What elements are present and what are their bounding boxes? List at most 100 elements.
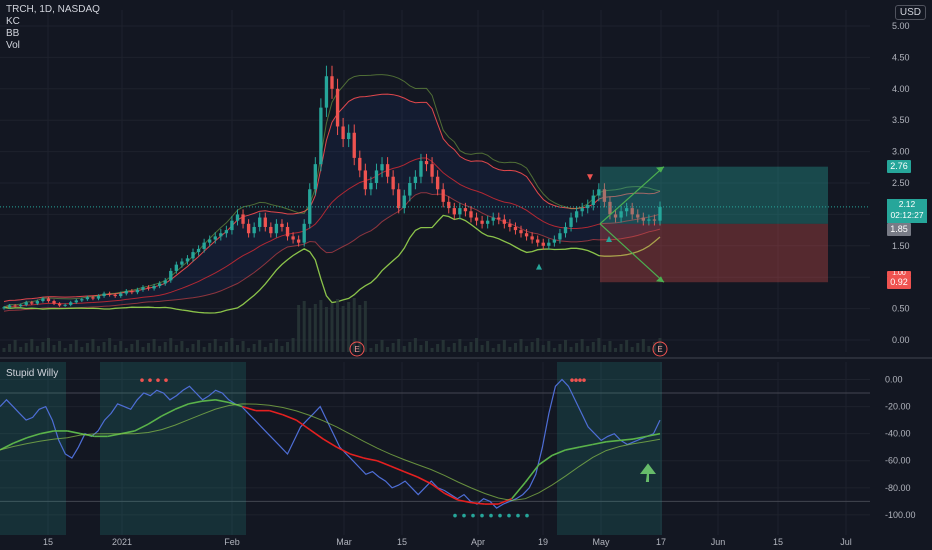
volume-bar xyxy=(63,348,67,352)
volume-bar xyxy=(614,348,618,352)
osc-y-tick-label: -40.00 xyxy=(885,429,911,439)
volume-bar xyxy=(19,347,23,352)
volume-bar xyxy=(324,307,328,352)
candle-body xyxy=(224,230,229,234)
volume-bar xyxy=(185,348,189,352)
volume-bar xyxy=(247,348,251,352)
volume-bar xyxy=(108,338,112,352)
candle-body xyxy=(135,289,140,293)
volume-bar xyxy=(197,340,201,352)
candle-body xyxy=(519,230,523,234)
candle-body xyxy=(291,236,295,240)
volume-bar xyxy=(391,343,395,352)
volume-bar xyxy=(13,340,17,352)
sell-signal-marker xyxy=(587,174,593,181)
osc-signal-dot-top xyxy=(578,378,582,382)
indicator-bb[interactable]: BB xyxy=(6,28,100,40)
candle-body xyxy=(235,214,240,221)
bar-countdown: 02:12:27 xyxy=(890,210,924,220)
x-tick-label: 2021 xyxy=(112,537,132,547)
candle-body xyxy=(569,217,573,227)
candle-body xyxy=(497,217,501,220)
chart-canvas[interactable]: 15 2021 Feb Mar 15 Apr 19 May 17 Jun 15 Jul 0.00 0.50… xyxy=(0,0,932,550)
candle-body xyxy=(591,195,595,205)
willy-ma-segment xyxy=(309,428,324,440)
price-y-tick-label: 2.50 xyxy=(892,178,910,188)
x-tick-label: 15 xyxy=(43,537,53,547)
volume-bar xyxy=(41,342,45,352)
candle-body xyxy=(208,239,212,243)
chart-legend[interactable]: TRCH, 1D, NASDAQ KC BB Vol xyxy=(6,4,100,52)
volume-bar xyxy=(363,301,367,352)
volume-bar xyxy=(297,305,301,352)
candle-body xyxy=(574,211,579,218)
volume-bar xyxy=(69,344,73,352)
volume-bar xyxy=(252,344,256,352)
volume-bar xyxy=(35,346,39,352)
price-y-tick-label: 4.50 xyxy=(892,52,910,62)
volume-bar xyxy=(302,301,306,352)
willy-ma-segment xyxy=(349,453,364,459)
osc-y-tick-label: 0.00 xyxy=(885,375,903,385)
volume-bar xyxy=(625,340,629,352)
currency-badge[interactable]: USD xyxy=(894,5,926,20)
willy-ma-segment xyxy=(269,409,284,416)
volume-bar xyxy=(563,340,567,352)
osc-signal-dot-bottom xyxy=(471,513,475,518)
candle-body xyxy=(408,183,412,196)
volume-bar xyxy=(169,338,173,352)
osc-signal-dot-bottom xyxy=(516,513,520,518)
volume-bar xyxy=(441,340,445,352)
candle-body xyxy=(485,220,490,224)
volume-bar xyxy=(80,347,84,352)
volume-bar xyxy=(436,344,440,352)
candle-body xyxy=(124,291,128,294)
volume-bar xyxy=(530,342,534,352)
candle-body xyxy=(13,305,17,307)
volume-bar xyxy=(352,298,356,352)
osc-signal-dot-top xyxy=(148,378,152,382)
volume-bar xyxy=(508,347,512,352)
volume-bar xyxy=(374,344,378,352)
volume-bar xyxy=(291,338,295,352)
volume-bar xyxy=(536,338,540,352)
earnings-marker-label: E xyxy=(657,345,662,354)
volume-bar xyxy=(463,346,467,352)
candle-body xyxy=(524,233,529,237)
price-y-tick-label: 4.00 xyxy=(892,84,910,94)
target-price-tag: 2.76 xyxy=(887,160,911,173)
volume-bar xyxy=(480,345,484,352)
indicator-kc[interactable]: KC xyxy=(6,16,100,28)
candle-body xyxy=(413,176,418,183)
osc-signal-dot-top xyxy=(570,378,574,382)
candle-body xyxy=(191,252,195,259)
candle-body xyxy=(19,304,23,307)
candle-body xyxy=(491,217,495,221)
volume-bar xyxy=(580,339,584,352)
osc-signal-dot-top xyxy=(156,378,160,382)
volume-bar xyxy=(458,339,462,352)
candle-body xyxy=(174,264,179,271)
volume-bar xyxy=(425,341,429,352)
indicator-vol[interactable]: Vol xyxy=(6,40,100,52)
prev-price-tag: 1.85 xyxy=(887,223,911,236)
volume-bar xyxy=(386,347,390,352)
candle-body xyxy=(24,302,28,305)
volume-bar xyxy=(569,347,573,352)
volume-bar xyxy=(180,341,184,352)
willy-ma-segment xyxy=(336,446,351,455)
candle-body xyxy=(463,208,468,212)
osc-signal-dot-bottom xyxy=(480,513,484,518)
willy-ma-segment xyxy=(322,438,338,448)
candle-body xyxy=(558,233,562,240)
volume-bar xyxy=(235,345,239,352)
candle-body xyxy=(202,242,206,249)
candle-body xyxy=(196,248,201,253)
volume-bar xyxy=(135,340,139,352)
price-y-tick-label: 5.00 xyxy=(892,21,910,31)
volume-bar xyxy=(8,344,12,352)
volume-bar xyxy=(369,348,373,352)
volume-bar xyxy=(419,345,423,352)
candle-body xyxy=(41,298,45,302)
oscillator-legend[interactable]: Stupid Willy xyxy=(6,368,58,380)
